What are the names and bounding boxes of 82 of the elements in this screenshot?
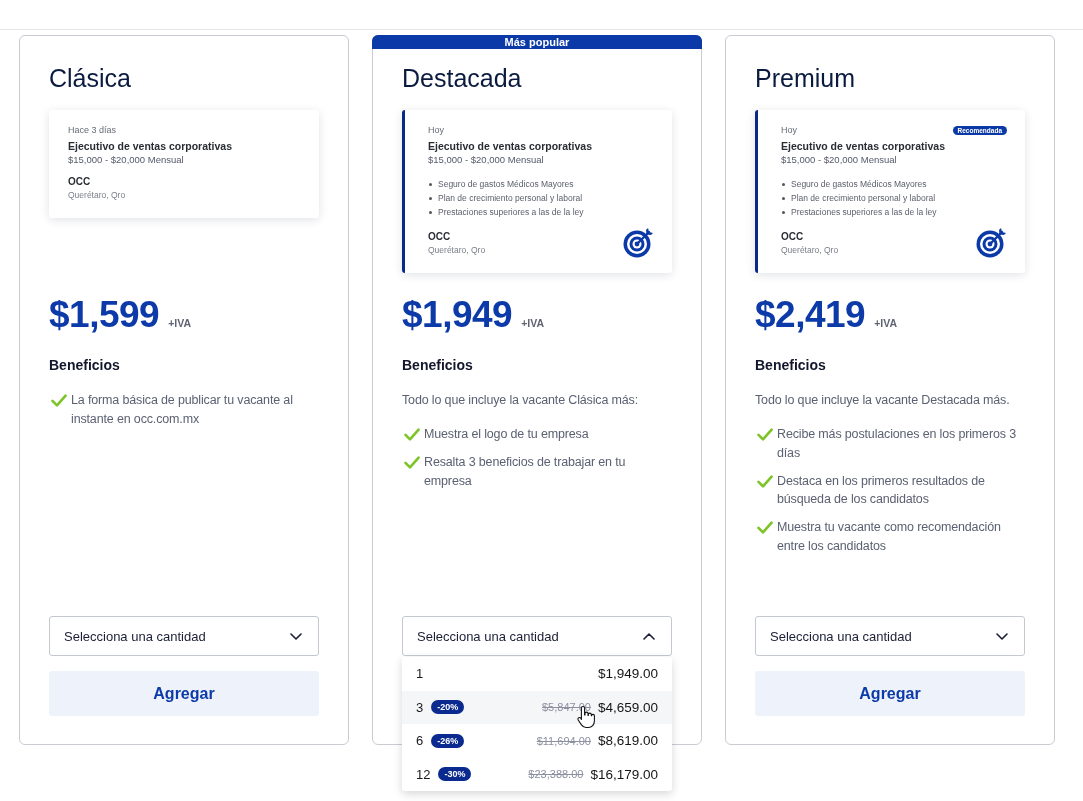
option-price: $1,949.00: [597, 666, 658, 682]
quantity-select[interactable]: Selecciona una cantidad: [755, 616, 1025, 656]
chevron-icon: [290, 632, 302, 640]
location-text: Querétaro, Qro: [428, 244, 486, 256]
company-name: OCC: [68, 175, 92, 189]
quantity-option[interactable]: 12 -30% $23,388.00 $16,179.00: [402, 757, 672, 791]
quantity-text: 6: [416, 733, 424, 749]
option-price: $16,179.00: [590, 766, 658, 782]
tax-note: +IVA: [874, 317, 898, 329]
bullet-icon: [782, 182, 785, 186]
quantity-text: 1: [416, 666, 424, 682]
perk-text: Seguro de gastos Médicos Mayores: [438, 179, 574, 189]
option-price: $4,659.00: [597, 699, 658, 715]
plan-title: Clásica: [49, 63, 131, 93]
plan-title: Destacada: [402, 63, 522, 93]
check-icon: [757, 521, 773, 534]
benefits-intro: Todo lo que incluye la vacante Clásica más:: [402, 392, 640, 409]
benefit-text: Muestra el logo de tu empresa: [424, 426, 589, 443]
tax-note: +IVA: [521, 317, 545, 329]
perk-text: Prestaciones superiores a las de la ley: [438, 207, 584, 217]
salary-text: $15,000 - $20,000 Mensual: [428, 153, 545, 166]
price-text: $2,419: [755, 293, 866, 337]
perk-text: Seguro de gastos Médicos Mayores: [791, 179, 927, 189]
discount-badge: -26%: [431, 733, 465, 748]
plan-title: Premium: [755, 63, 855, 93]
bullet-icon: [429, 182, 432, 186]
company-name: OCC: [781, 230, 805, 244]
job-title: Ejecutivo de ventas corporativas: [428, 139, 593, 153]
add-button[interactable]: Agregar: [755, 671, 1025, 716]
check-icon: [757, 428, 773, 441]
bullet-icon: [782, 210, 785, 214]
quantity-option[interactable]: 3 -20% $5,847.00 $4,659.00: [402, 690, 672, 724]
benefit-text: La forma básica de publicar tu vacante al instante en occ.com.mx: [71, 392, 294, 428]
job-title: Ejecutivo de ventas corporativas: [781, 139, 946, 153]
bullet-icon: [782, 196, 785, 200]
company-name: OCC: [428, 230, 452, 244]
quantity-text: 3: [416, 699, 424, 715]
salary-text: $15,000 - $20,000 Mensual: [68, 153, 185, 166]
discount-badge: -20%: [431, 700, 465, 715]
original-price: $5,847.00: [542, 701, 591, 714]
add-button[interactable]: Agregar: [49, 671, 319, 716]
quantity-text: 12: [416, 766, 431, 782]
benefit-text: Recibe más postulaciones en los primeros 3 días: [777, 426, 1017, 462]
check-icon: [404, 428, 420, 441]
quantity-option[interactable]: 1 $1,949.00: [402, 657, 672, 691]
job-title: Ejecutivo de ventas corporativas: [68, 139, 233, 153]
target-icon: [976, 228, 1006, 258]
quantity-option[interactable]: 6 -26% $11,694.00 $8,619.00: [402, 724, 672, 758]
quantity-select[interactable]: Selecciona una cantidad: [49, 616, 319, 656]
posted-date: Hoy: [428, 124, 444, 136]
posted-date: Hoy: [781, 124, 797, 136]
chevron-icon: [643, 632, 655, 640]
original-price: $11,694.00: [536, 734, 591, 747]
original-price: $23,388.00: [528, 768, 584, 781]
target-icon: [623, 228, 653, 258]
benefits-heading: Beneficios: [755, 356, 826, 374]
location-text: Querétaro, Qro: [68, 189, 126, 201]
tax-note: +IVA: [168, 317, 192, 329]
price-text: $1,949: [402, 293, 513, 337]
price-text: $1,599: [49, 293, 160, 337]
check-icon: [404, 456, 420, 469]
perk-text: Plan de crecimiento personal y laboral: [438, 193, 583, 203]
option-price: $8,619.00: [597, 733, 658, 749]
bullet-icon: [429, 196, 432, 200]
benefit-text: Resalta 3 beneficios de trabajar en tu empresa: [424, 454, 627, 490]
salary-text: $15,000 - $20,000 Mensual: [781, 153, 898, 166]
location-text: Querétaro, Qro: [781, 244, 839, 256]
check-icon: [51, 394, 67, 407]
chevron-icon: [996, 632, 1008, 640]
benefit-text: Muestra tu vacante como recomendación entre los candidatos: [777, 519, 1002, 555]
perk-text: Plan de crecimiento personal y laboral: [791, 193, 936, 203]
benefit-text: Destaca en los primeros resultados de búsqueda de los candidatos: [777, 472, 986, 508]
benefits-heading: Beneficios: [402, 356, 473, 374]
popular-banner: Más popular: [372, 35, 702, 49]
bullet-icon: [429, 210, 432, 214]
discount-badge: -30%: [438, 767, 472, 782]
check-icon: [757, 474, 773, 488]
quantity-select[interactable]: Selecciona una cantidad: [402, 616, 672, 656]
perk-text: Prestaciones superiores a las de la ley: [791, 207, 937, 217]
posted-date: Hace 3 días: [68, 124, 117, 136]
benefits-heading: Beneficios: [49, 356, 120, 374]
benefits-intro: Todo lo que incluye la vacante Destacada más.: [755, 392, 1011, 409]
